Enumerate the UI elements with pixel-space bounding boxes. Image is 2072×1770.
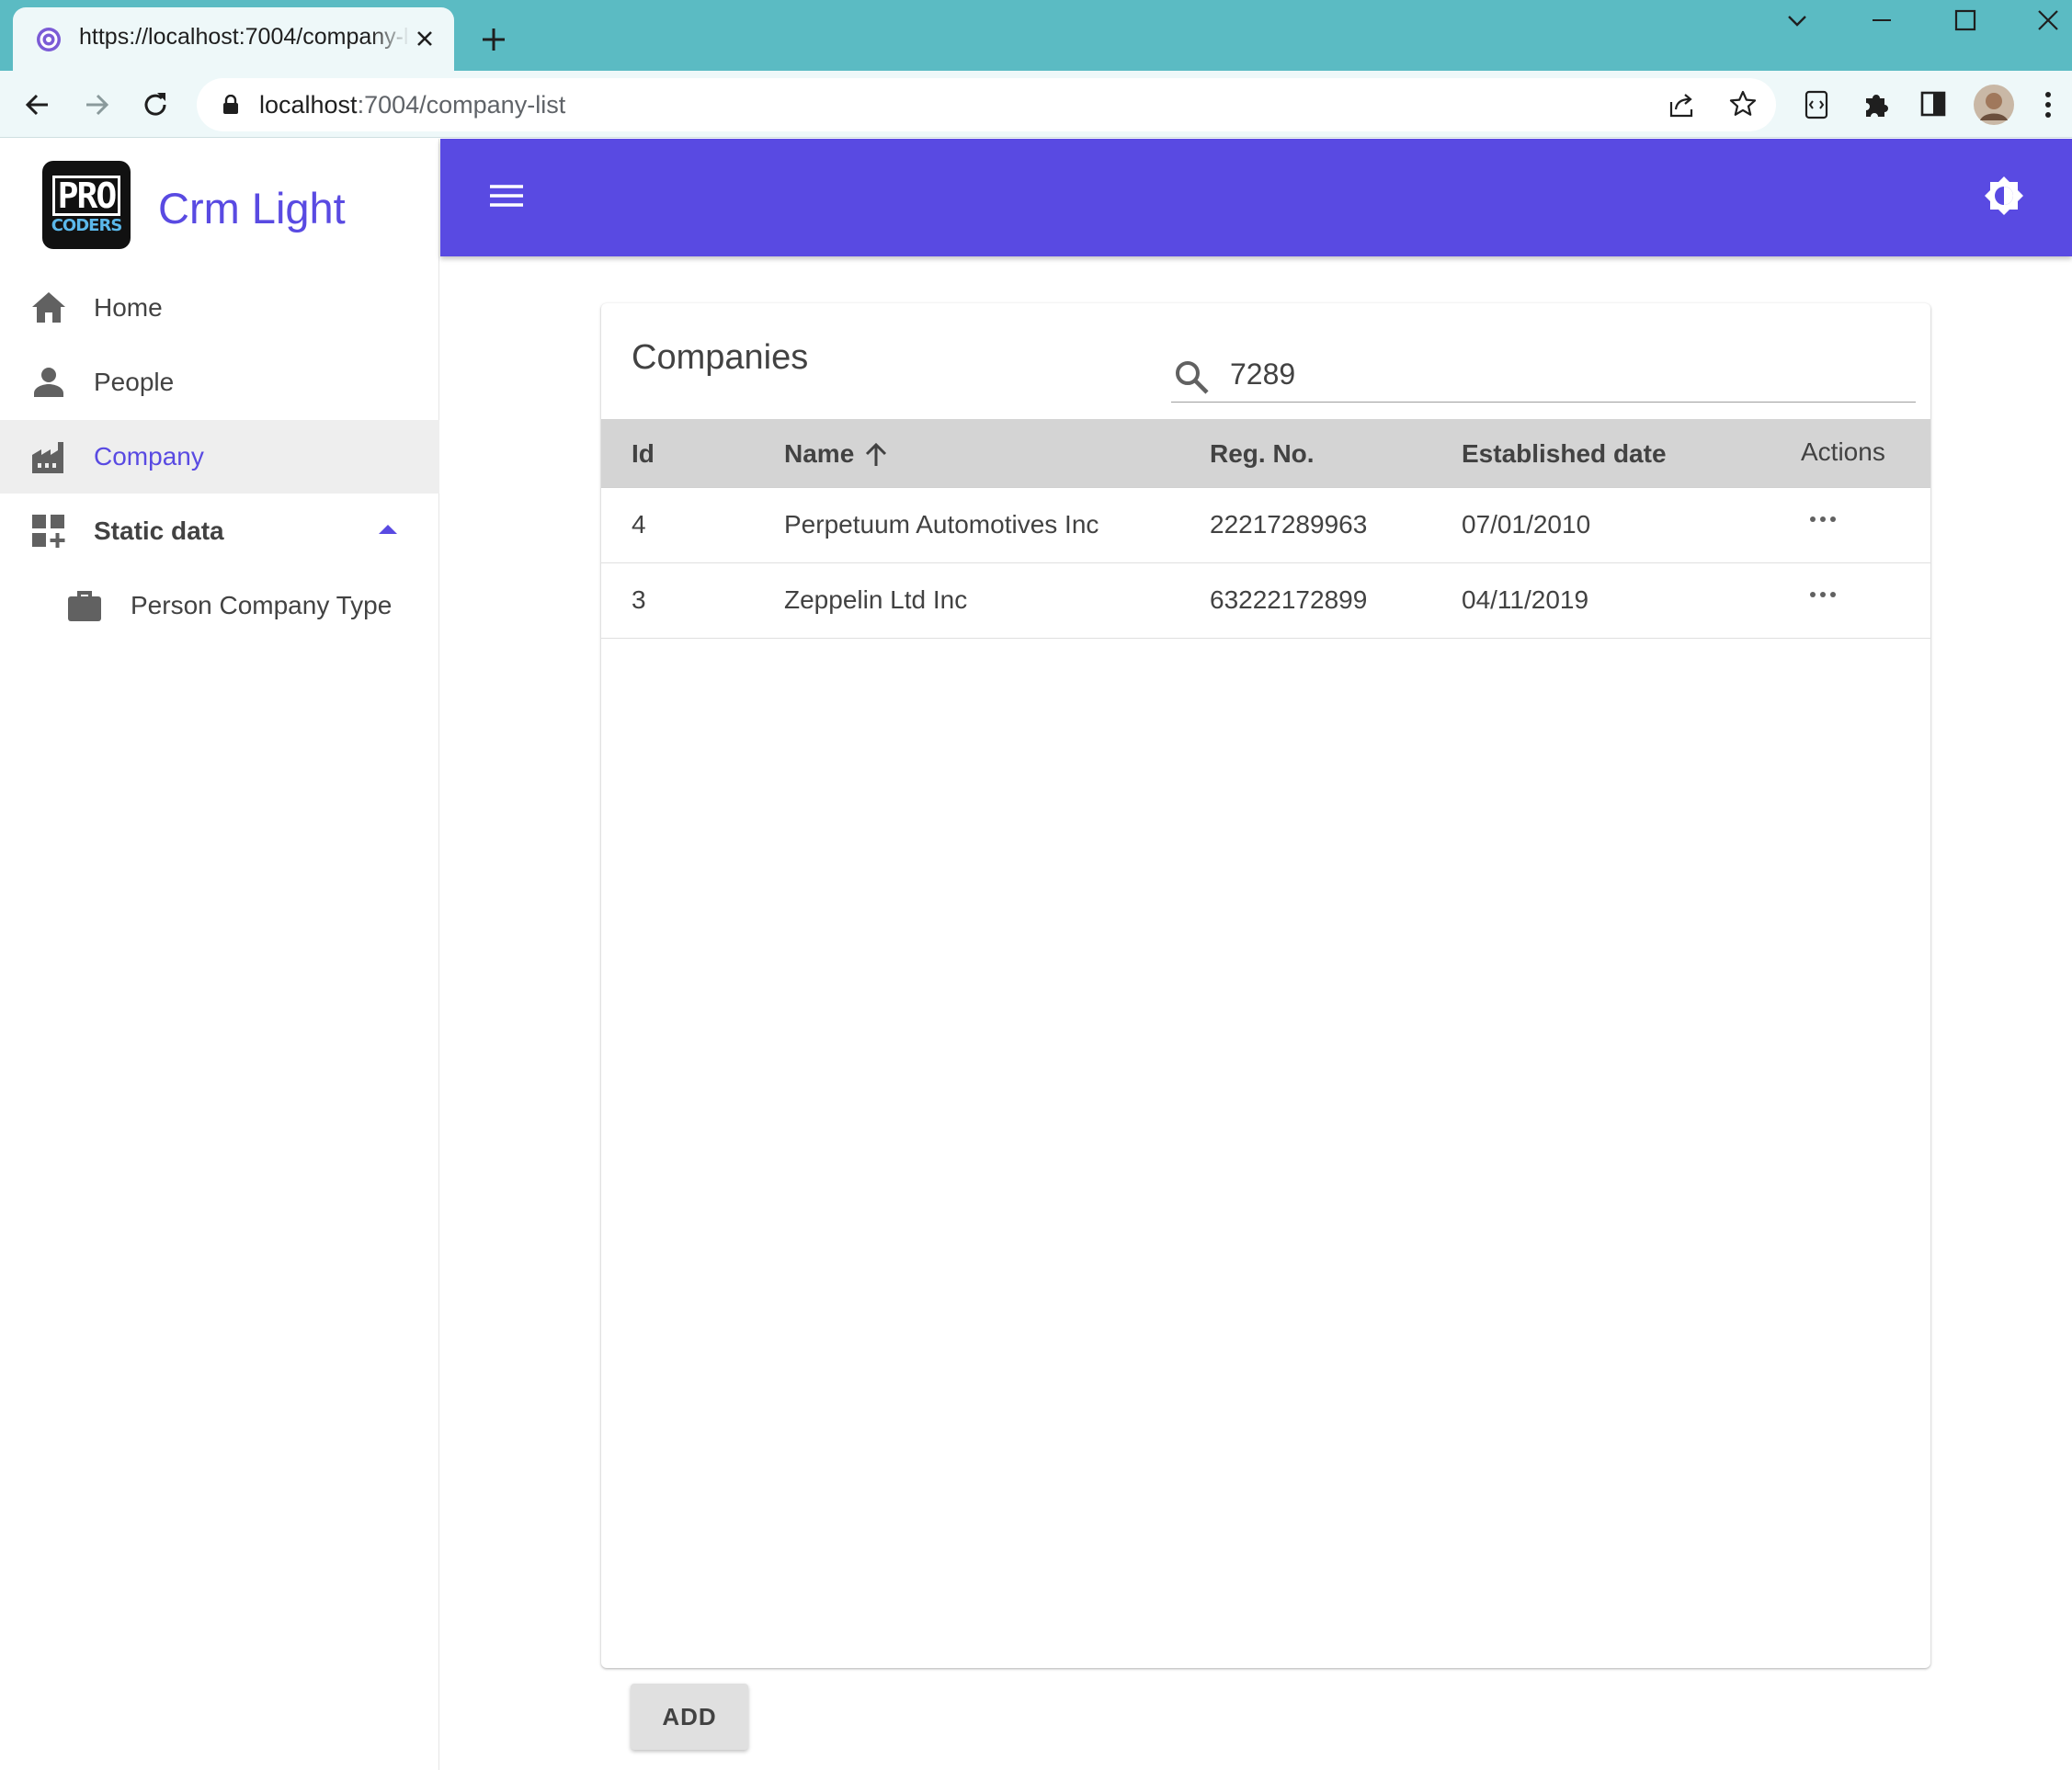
more-actions-icon[interactable] — [1808, 514, 1838, 525]
back-icon[interactable] — [22, 89, 53, 120]
sort-ascending-icon[interactable] — [862, 441, 890, 469]
cell-reg-no: 22217289963 — [1210, 510, 1368, 539]
factory-icon — [30, 438, 67, 475]
tab-search-chevron-icon[interactable] — [1783, 9, 1811, 31]
companies-card: Companies Id Name Reg. No. Established d… — [601, 303, 1930, 1668]
search-field[interactable] — [1171, 347, 1916, 403]
column-header-id[interactable]: Id — [632, 439, 655, 469]
briefcase-icon — [66, 587, 103, 624]
column-header-name[interactable]: Name — [784, 439, 854, 469]
tab-title: https://localhost:7004/company-list — [79, 24, 410, 50]
url-text: localhost:7004/company-list — [259, 91, 565, 119]
extension-puzzle-doc-icon[interactable] — [1802, 89, 1831, 120]
cell-id: 4 — [632, 510, 646, 539]
table-header: Id Name Reg. No. Established date Action… — [601, 419, 1930, 488]
search-icon — [1173, 358, 1210, 395]
browser-toolbar: localhost:7004/company-list — [0, 71, 2072, 138]
bookmark-star-icon[interactable] — [1728, 89, 1758, 119]
cell-id: 3 — [632, 585, 646, 614]
add-button[interactable]: ADD — [631, 1684, 748, 1750]
procoders-logo: PRO CODERS — [42, 161, 131, 249]
maximize-icon[interactable] — [1952, 7, 1978, 33]
profile-avatar[interactable] — [1973, 84, 2015, 126]
nav-label-static-data: Static data — [94, 516, 224, 545]
side-panel-icon[interactable] — [1919, 90, 1947, 118]
nav-label-people: People — [94, 368, 175, 396]
browser-tab[interactable]: https://localhost:7004/company-list — [13, 7, 454, 71]
nav-item-company[interactable]: Company — [0, 420, 439, 494]
extensions-icon[interactable] — [1861, 89, 1892, 120]
cell-name: Perpetuum Automotives Inc — [784, 510, 1099, 539]
app-title: Crm Light — [158, 184, 346, 233]
dashboard-add-icon — [30, 513, 67, 550]
nav-item-home[interactable]: Home — [0, 271, 439, 345]
home-icon — [30, 289, 67, 326]
expand-less-icon[interactable] — [377, 522, 399, 537]
person-icon — [30, 364, 67, 401]
column-header-reg-no[interactable]: Reg. No. — [1210, 439, 1315, 469]
reload-icon[interactable] — [140, 89, 171, 120]
page-title: Companies — [632, 338, 809, 377]
url-path: :7004/company-list — [357, 91, 566, 119]
window-close-icon[interactable] — [2035, 7, 2061, 33]
column-header-actions: Actions — [1801, 437, 1885, 466]
nav-group-static-data[interactable]: Static data — [0, 494, 439, 568]
share-icon[interactable] — [1668, 91, 1697, 119]
close-tab-icon[interactable] — [414, 28, 436, 50]
cell-established-date: 07/01/2010 — [1462, 510, 1591, 539]
url-host: localhost — [259, 91, 358, 119]
table-row[interactable]: 4 Perpetuum Automotives Inc 22217289963 … — [601, 488, 1930, 563]
blazor-favicon-icon — [35, 26, 63, 53]
nav-drawer: PRO CODERS Crm Light Home People Company… — [0, 139, 439, 1770]
app-bar — [440, 139, 2072, 256]
menu-icon[interactable] — [488, 179, 525, 212]
nav-label-person-company-type: Person Company Type — [131, 591, 393, 619]
lock-icon[interactable] — [222, 95, 239, 115]
minimize-icon[interactable] — [1868, 9, 1896, 31]
forward-icon[interactable] — [81, 89, 112, 120]
nav-label-home: Home — [94, 293, 163, 322]
nav-label-company: Company — [94, 442, 204, 471]
table-row[interactable]: 3 Zeppelin Ltd Inc 63222172899 04/11/201… — [601, 563, 1930, 639]
column-header-established-date[interactable]: Established date — [1462, 439, 1667, 469]
new-tab-icon[interactable] — [480, 26, 507, 53]
nav-item-people[interactable]: People — [0, 346, 439, 419]
logo-text-pro: PRO — [51, 175, 121, 216]
more-actions-icon[interactable] — [1808, 589, 1838, 600]
browser-menu-icon[interactable] — [2043, 89, 2054, 120]
search-input[interactable] — [1230, 353, 1873, 395]
nav-item-person-company-type[interactable]: Person Company Type — [0, 569, 439, 642]
cell-name: Zeppelin Ltd Inc — [784, 585, 968, 614]
logo-text-coders: CODERS — [51, 215, 123, 235]
cell-established-date: 04/11/2019 — [1462, 585, 1589, 614]
address-bar[interactable]: localhost:7004/company-list — [197, 78, 1776, 131]
theme-toggle-icon[interactable] — [1982, 174, 2026, 218]
cell-reg-no: 63222172899 — [1210, 585, 1368, 614]
browser-tab-strip: https://localhost:7004/company-list — [0, 0, 2072, 71]
